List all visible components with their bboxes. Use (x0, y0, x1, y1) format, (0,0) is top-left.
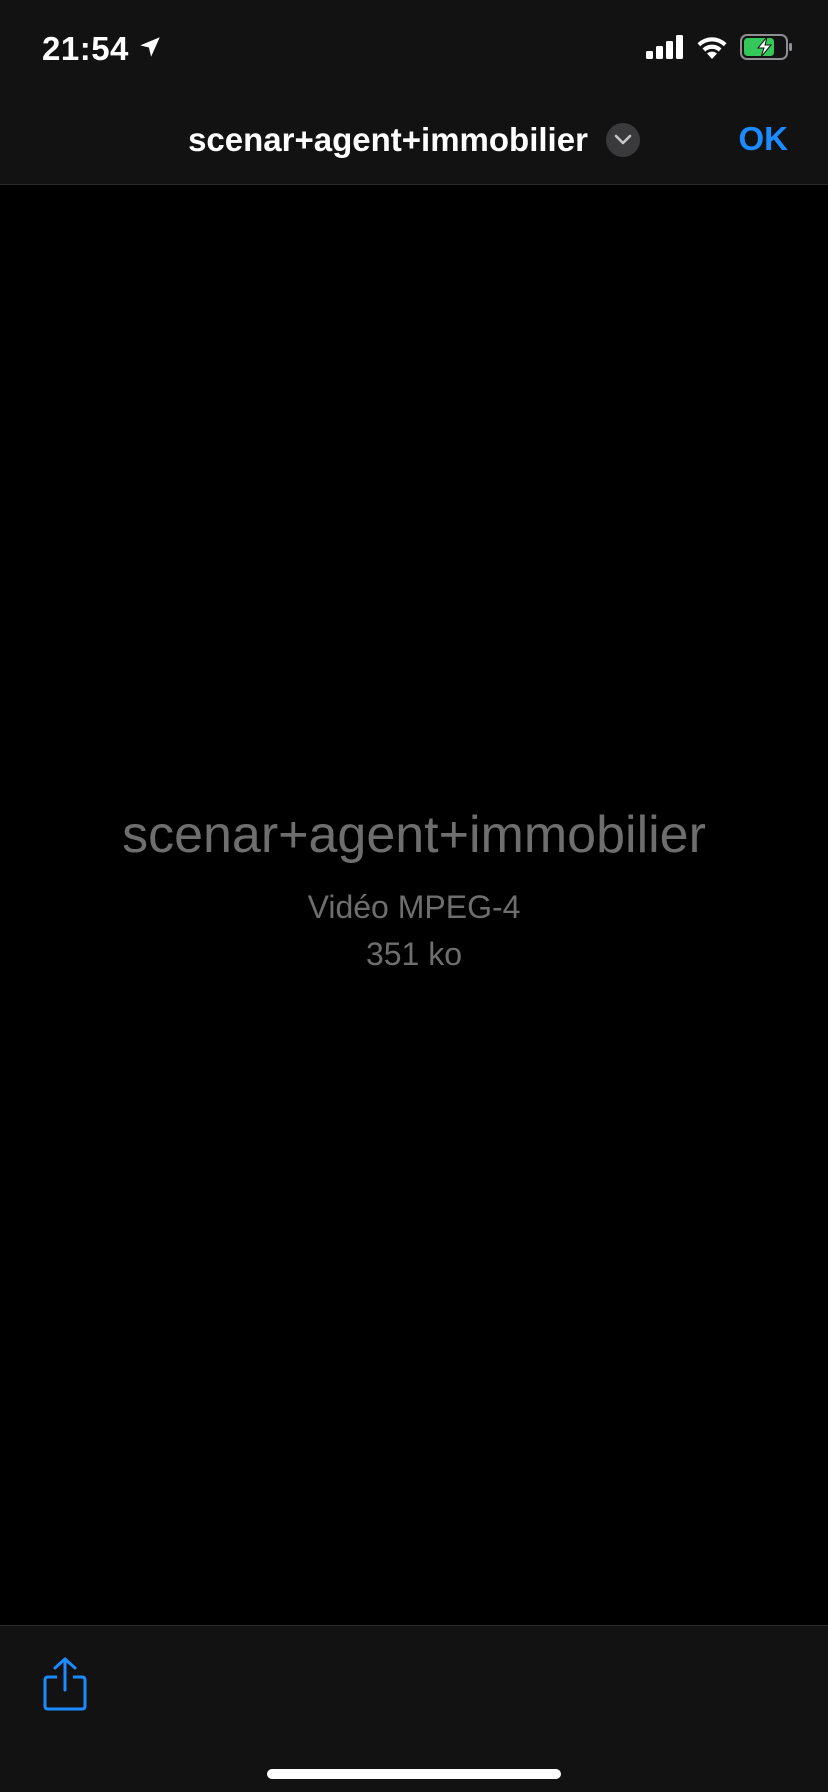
status-bar: 21:54 (0, 0, 828, 96)
file-info: scenar+agent+immobilier Vidéo MPEG-4 351… (0, 805, 828, 973)
share-icon (43, 1657, 87, 1711)
share-button[interactable] (40, 1656, 90, 1712)
status-indicators (646, 34, 794, 65)
status-time-text: 21:54 (42, 30, 129, 67)
status-time: 21:54 (42, 30, 163, 68)
title-menu[interactable]: scenar+agent+immobilier (0, 96, 828, 184)
ok-button[interactable]: OK (739, 120, 789, 158)
home-indicator[interactable] (267, 1769, 561, 1779)
page-title: scenar+agent+immobilier (188, 121, 588, 158)
file-name: scenar+agent+immobilier (122, 806, 706, 864)
location-arrow-icon (137, 30, 163, 68)
battery-charging-icon (740, 34, 794, 65)
chevron-down-icon[interactable] (605, 123, 640, 157)
file-type: Vidéo MPEG-4 (307, 889, 521, 925)
quicklook-screen: 21:54 scenar+agent+immobilier OK scenar+… (0, 0, 828, 1792)
file-size: 351 ko (365, 936, 463, 972)
preview-area: scenar+agent+immobilier Vidéo MPEG-4 351… (0, 185, 828, 1625)
navigation-bar: scenar+agent+immobilier OK (0, 96, 828, 185)
cellular-signal-icon (646, 35, 684, 64)
bottom-toolbar (0, 1625, 828, 1792)
wifi-icon (696, 35, 728, 64)
